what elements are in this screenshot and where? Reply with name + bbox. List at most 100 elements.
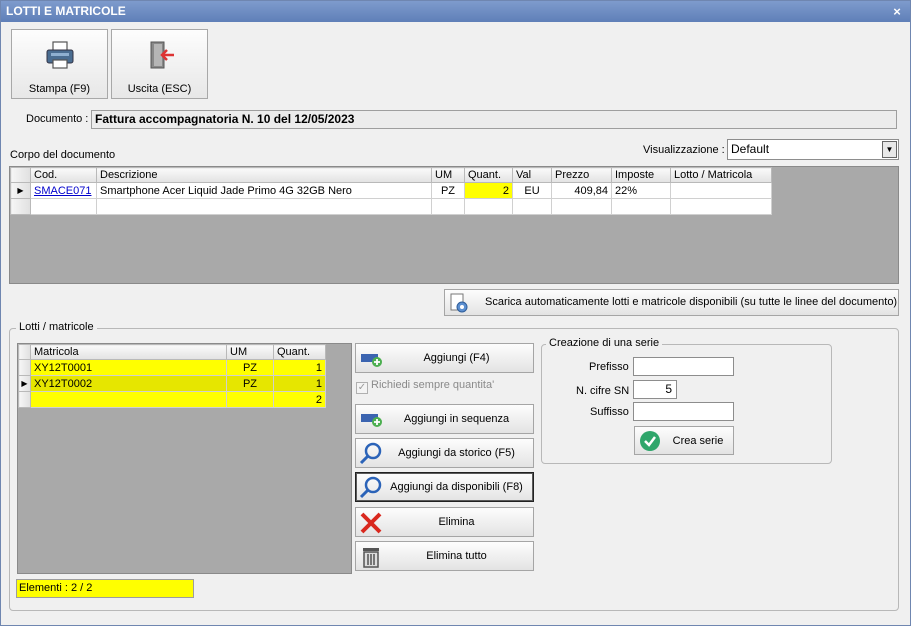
close-icon[interactable]: × <box>890 1 904 22</box>
row-header <box>18 359 31 376</box>
suffix-input[interactable] <box>633 402 734 421</box>
cell-lots-um[interactable] <box>226 391 274 408</box>
cell-imposte[interactable]: 22% <box>611 182 671 199</box>
create-series-label: Crea serie <box>672 435 724 447</box>
cell-cod[interactable]: SMACE071 <box>30 182 97 199</box>
cell-empty[interactable] <box>464 198 513 215</box>
prefix-input[interactable] <box>633 357 734 376</box>
document-label: Documento : <box>26 113 89 125</box>
add-sequence-label: Aggiungi in sequenza <box>403 413 510 425</box>
lots-grid[interactable]: Matricola UM Quant. XY12T0001 PZ 1 ▶ XY1… <box>17 343 352 574</box>
cell-lots-total-quant[interactable]: 2 <box>273 391 326 408</box>
col-header-quant[interactable]: Quant. <box>464 167 513 183</box>
table-row[interactable]: ▶ SMACE071 Smartphone Acer Liquid Jade P… <box>10 182 772 199</box>
cell-empty[interactable] <box>431 198 465 215</box>
view-label: Visualizzazione : <box>643 144 725 156</box>
col-header-descrizione[interactable]: Descrizione <box>96 167 432 183</box>
table-row[interactable]: XY12T0001 PZ 1 <box>18 359 326 376</box>
window-title: LOTTI E MATRICOLE <box>6 4 126 18</box>
checkmark-icon: ✓ <box>356 382 368 394</box>
cell-lots-um[interactable]: PZ <box>226 359 274 376</box>
table-row[interactable]: ▶ XY12T0002 PZ 1 <box>18 375 326 392</box>
cell-prezzo[interactable]: 409,84 <box>551 182 612 199</box>
view-select[interactable]: Default ▼ <box>727 139 899 160</box>
printer-icon <box>46 41 74 69</box>
digits-input[interactable]: 5 <box>633 380 677 399</box>
col-header-val[interactable]: Val <box>512 167 552 183</box>
gear-document-icon <box>450 293 468 313</box>
prefix-label: Prefisso <box>589 361 629 373</box>
cell-lots-quant[interactable]: 1 <box>273 359 326 376</box>
row-header <box>10 198 31 215</box>
exit-door-icon <box>150 41 174 69</box>
digits-label: N. cifre SN <box>576 385 630 397</box>
table-row-total[interactable]: 2 <box>18 391 326 408</box>
auto-download-lots-button[interactable]: Scarica automaticamente lotti e matricol… <box>444 289 899 316</box>
lotti-matricole-window: LOTTI E MATRICOLE × Stampa (F9) Uscita (… <box>0 0 911 626</box>
current-row-icon: ▶ <box>18 375 31 392</box>
add-from-history-button[interactable]: Aggiungi da storico (F5) <box>355 438 534 468</box>
row-header <box>18 391 31 408</box>
delete-button-label: Elimina <box>438 516 475 528</box>
cell-empty[interactable] <box>670 198 772 215</box>
cell-matricola[interactable]: XY12T0001 <box>30 359 227 376</box>
col-header-matricola[interactable]: Matricola <box>30 344 227 360</box>
col-header-prezzo[interactable]: Prezzo <box>551 167 612 183</box>
delete-all-button[interactable]: Elimina tutto <box>355 541 534 571</box>
green-check-icon <box>640 431 660 451</box>
col-header-um[interactable]: UM <box>431 167 465 183</box>
col-header-lots-um[interactable]: UM <box>226 344 274 360</box>
cell-quant[interactable]: 2 <box>464 182 513 199</box>
view-select-value: Default <box>731 142 770 156</box>
add-from-available-label: Aggiungi da disponibili (F8) <box>390 481 523 493</box>
window-titlebar: LOTTI E MATRICOLE × <box>1 1 910 22</box>
col-header-lotto[interactable]: Lotto / Matricola <box>670 167 772 183</box>
add-button-label: Aggiungi (F4) <box>423 352 490 364</box>
series-group-title: Creazione di una serie <box>546 337 663 349</box>
col-header-imposte[interactable]: Imposte <box>611 167 671 183</box>
document-body-grid[interactable]: Cod. Descrizione UM Quant. Val Prezzo Im… <box>9 166 899 284</box>
cell-empty[interactable] <box>512 198 552 215</box>
col-header-lots-quant[interactable]: Quant. <box>273 344 326 360</box>
body-section-label: Corpo del documento <box>10 149 116 161</box>
cell-um[interactable]: PZ <box>431 182 465 199</box>
cell-empty[interactable] <box>611 198 671 215</box>
suffix-label: Suffisso <box>590 406 629 418</box>
cell-val[interactable]: EU <box>512 182 552 199</box>
chevron-down-icon[interactable]: ▼ <box>882 141 897 158</box>
row-header-corner <box>10 167 31 183</box>
print-button-label: Stampa (F9) <box>28 83 91 95</box>
exit-button[interactable]: Uscita (ESC) <box>111 29 208 99</box>
print-button[interactable]: Stampa (F9) <box>11 29 108 99</box>
table-row-empty[interactable] <box>10 198 772 215</box>
delete-all-button-label: Elimina tutto <box>426 550 487 562</box>
cell-descrizione[interactable]: Smartphone Acer Liquid Jade Primo 4G 32G… <box>96 182 432 199</box>
add-from-history-label: Aggiungi da storico (F5) <box>398 447 515 459</box>
lots-table: Matricola UM Quant. XY12T0001 PZ 1 ▶ XY1… <box>18 344 326 408</box>
cell-matricola[interactable] <box>30 391 227 408</box>
document-body-table: Cod. Descrizione UM Quant. Val Prezzo Im… <box>10 167 772 215</box>
add-from-available-button[interactable]: Aggiungi da disponibili (F8) <box>355 472 534 502</box>
cell-matricola[interactable]: XY12T0002 <box>30 375 227 392</box>
exit-button-label: Uscita (ESC) <box>127 83 192 95</box>
add-button[interactable]: Aggiungi (F4) <box>355 343 534 373</box>
document-field: Fattura accompagnatoria N. 10 del 12/05/… <box>91 110 897 129</box>
cell-lots-quant[interactable]: 1 <box>273 375 326 392</box>
col-header-cod[interactable]: Cod. <box>30 167 97 183</box>
product-code-link[interactable]: SMACE071 <box>34 185 91 197</box>
current-row-icon: ▶ <box>10 182 31 199</box>
cell-empty[interactable] <box>30 198 97 215</box>
auto-download-lots-label: Scarica automaticamente lotti e matricol… <box>485 296 898 308</box>
cell-empty[interactable] <box>96 198 432 215</box>
always-ask-qty-checkbox[interactable]: ✓ Richiedi sempre quantita' <box>356 379 494 394</box>
cell-lots-um[interactable]: PZ <box>226 375 274 392</box>
elements-status: Elementi : 2 / 2 <box>16 579 194 598</box>
lots-row-header-corner <box>18 344 31 360</box>
delete-button[interactable]: Elimina <box>355 507 534 537</box>
cell-empty[interactable] <box>551 198 612 215</box>
create-series-button[interactable]: Crea serie <box>634 426 734 455</box>
lots-group-title: Lotti / matricole <box>16 321 97 333</box>
always-ask-qty-label: Richiedi sempre quantita' <box>371 379 495 391</box>
add-sequence-button[interactable]: Aggiungi in sequenza <box>355 404 534 434</box>
cell-lotto[interactable] <box>670 182 772 199</box>
